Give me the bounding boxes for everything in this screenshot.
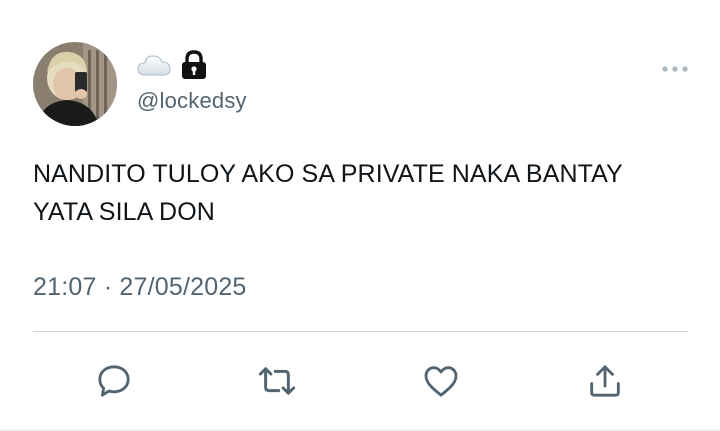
retweet-button[interactable]	[254, 358, 300, 404]
share-icon	[590, 365, 620, 397]
lock-icon	[181, 50, 207, 80]
like-button[interactable]	[418, 358, 464, 404]
timestamp-separator: ·	[103, 273, 113, 301]
tweet-timestamp[interactable]: 21:07 · 27/05/2025	[33, 273, 247, 302]
tweet-date: 27/05/2025	[119, 273, 247, 301]
like-icon	[424, 366, 458, 397]
action-bar	[0, 358, 720, 404]
display-name[interactable]	[137, 49, 207, 81]
tweet-text: NANDITO TULOY AKO SA PRIVATE NAKA BANTAY…	[33, 160, 623, 226]
reply-icon	[98, 365, 130, 397]
tweet-card: @lockedsy NANDITO TULOY AKO SA PRIVATE N…	[0, 0, 720, 431]
tweet-time: 21:07	[33, 273, 97, 301]
share-button[interactable]	[582, 358, 628, 404]
divider	[33, 331, 688, 332]
more-options-icon[interactable]	[660, 62, 690, 76]
retweet-icon	[258, 367, 296, 395]
user-handle[interactable]: @lockedsy	[137, 88, 247, 114]
avatar[interactable]	[33, 42, 117, 126]
reply-button[interactable]	[91, 358, 137, 404]
avatar-photo	[33, 42, 117, 126]
cloud-icon	[137, 53, 171, 77]
